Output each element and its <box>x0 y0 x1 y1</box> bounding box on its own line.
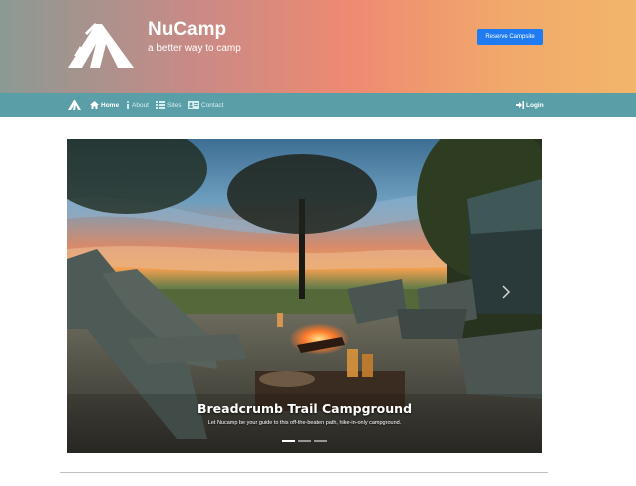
carousel-caption-text: Let Nucamp be your guide to this off-the… <box>207 420 402 426</box>
nav-item-label: Contact <box>201 101 224 109</box>
brand-subtitle: a better way to camp <box>148 43 241 54</box>
jumbotron-header: NuCamp a better way to camp Reserve Camp… <box>0 0 636 93</box>
section-divider <box>60 472 548 473</box>
list-icon <box>156 101 165 109</box>
nav-item-label: Home <box>101 101 120 109</box>
navbar: Home About Sites Contact Login <box>0 93 636 117</box>
address-card-icon <box>188 101 199 109</box>
nav-item-home[interactable]: Home <box>90 100 119 110</box>
nav-item-sites[interactable]: Sites <box>156 100 181 110</box>
brand-title: NuCamp <box>148 19 227 40</box>
home-icon <box>90 101 99 109</box>
reserve-campsite-button[interactable]: Reserve Campsite <box>477 29 543 45</box>
carousel-indicators <box>67 440 542 442</box>
nav-item-label: About <box>132 101 149 109</box>
nucamp-logo-icon <box>68 22 134 68</box>
nav-item-contact[interactable]: Contact <box>188 100 223 110</box>
chevron-right-icon[interactable] <box>501 285 511 299</box>
login-label: Login <box>526 101 544 109</box>
carousel-indicator[interactable] <box>298 440 311 442</box>
carousel-caption-title: Breadcrumb Trail Campground <box>196 401 413 416</box>
sign-in-icon <box>516 101 524 109</box>
nav-logo-icon[interactable] <box>68 100 81 110</box>
carousel-indicator[interactable] <box>282 440 295 442</box>
login-button[interactable]: Login <box>516 100 544 110</box>
nav-item-about[interactable]: About <box>126 100 149 110</box>
info-icon <box>127 101 129 109</box>
nav-item-label: Sites <box>167 101 182 109</box>
campsite-carousel[interactable]: Breadcrumb Trail Campground Let Nucamp b… <box>67 139 542 453</box>
carousel-indicator[interactable] <box>314 440 327 442</box>
